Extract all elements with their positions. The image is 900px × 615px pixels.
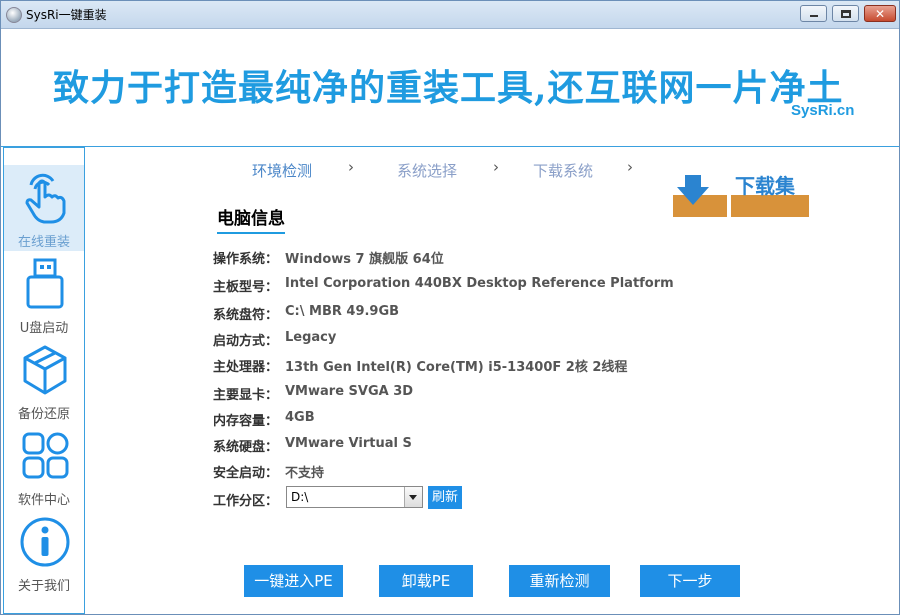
sidebar-item-label: 软件中心 [17,493,70,508]
maximize-button[interactable] [832,5,859,22]
watermark-text: 下载集 [735,174,796,198]
section-title: 电脑信息 [217,204,285,234]
partition-label: 工作分区： [213,494,279,509]
info-value-os: Windows 7 旗舰版 64位 [285,252,444,267]
info-label-memory: 内存容量： [213,414,279,429]
info-label-gpu: 主要显卡： [213,388,279,403]
window-title: SysRi一键重装 [26,8,107,22]
refresh-button[interactable]: 刷新 [428,486,462,509]
dropdown-button[interactable] [404,487,422,507]
info-label-secure-boot: 安全启动： [213,466,279,481]
chevron-right-icon: › [627,158,633,176]
info-value-system-drive: C:\ MBR 49.9GB [285,304,400,319]
main-panel: 环境检测 › 系统选择 › 下载系统 › 下载集 电脑信息 操作系统： Wind… [86,147,899,614]
sidebar-item-label: U盘启动 [19,321,69,336]
info-value-cpu: 13th Gen Intel(R) Core(TM) i5-13400F 2核 … [285,360,628,375]
sidebar-item-online-reinstall[interactable]: 在线重装 [4,165,84,251]
sidebar-item-label: 备份还原 [17,407,70,422]
chevron-down-icon [409,495,417,500]
title-bar[interactable]: SysRi一键重装 ✕ [1,1,899,29]
uninstall-pe-button[interactable]: 卸载PE [379,565,473,597]
info-label-cpu: 主处理器： [213,360,279,375]
app-logo-icon [6,7,22,23]
step-environment-check: 环境检测 [252,162,313,180]
slogan: 致力于打造最纯净的重装工具,还互联网一片净土 [53,67,844,109]
info-label-disk: 系统硬盘： [213,440,279,455]
sidebar-item-about-us[interactable]: 关于我们 [4,509,84,595]
info-value-secure-boot: 不支持 [285,466,325,481]
chevron-right-icon: › [493,158,499,176]
info-value-motherboard: Intel Corporation 440BX Desktop Referenc… [285,276,674,291]
step-system-select: 系统选择 [397,162,458,180]
minimize-icon [810,15,818,17]
recheck-button[interactable]: 重新检测 [509,565,610,597]
banner: 致力于打造最纯净的重装工具,还互联网一片净土 SysRi.cn [1,29,899,147]
sidebar-item-usb-boot[interactable]: U盘启动 [4,251,84,337]
info-value-memory: 4GB [285,410,315,425]
hand-tap-icon [25,173,66,224]
maximize-icon [841,10,851,18]
sidebar: 在线重装 U盘启动 备份还原 软件中心 关于我们 [3,147,85,614]
grid-apps-icon [22,432,69,479]
info-icon [20,517,70,567]
info-value-gpu: VMware SVGA 3D [285,384,414,399]
info-label-os: 操作系统： [213,252,279,267]
usb-drive-icon [26,258,64,309]
sidebar-item-backup-restore[interactable]: 备份还原 [4,337,84,423]
site-name: SysRi.cn [791,102,855,119]
next-step-button[interactable]: 下一步 [640,565,740,597]
app-window: SysRi一键重装 ✕ 致力于打造最纯净的重装工具,还互联网一片净土 SysRi… [0,0,900,615]
watermark-logo: 下载集 [673,174,809,217]
partition-selected-value: D:\ [291,490,309,504]
close-button[interactable]: ✕ [864,5,896,22]
partition-select[interactable]: D:\ [286,486,423,508]
enter-pe-button[interactable]: 一键进入PE [244,565,343,597]
box-icon [23,345,67,395]
close-icon: ✕ [875,7,886,21]
info-label-boot-mode: 启动方式： [213,334,279,349]
sidebar-item-label: 关于我们 [17,579,70,594]
sidebar-item-label: 在线重装 [17,235,70,250]
sidebar-item-software-center[interactable]: 软件中心 [4,423,84,509]
info-value-boot-mode: Legacy [285,330,337,345]
info-value-disk: VMware Virtual S [285,436,412,451]
step-download-system: 下载系统 [533,162,594,180]
info-label-system-drive: 系统盘符： [213,308,279,323]
info-label-motherboard: 主板型号： [213,280,279,295]
minimize-button[interactable] [800,5,827,22]
chevron-right-icon: › [348,158,354,176]
